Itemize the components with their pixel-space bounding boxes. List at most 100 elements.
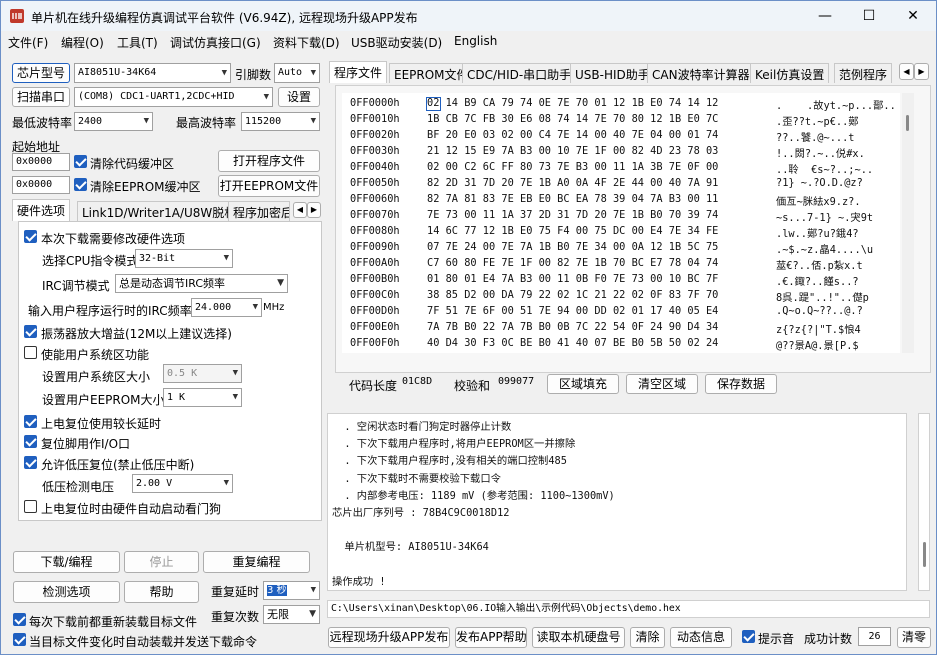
irc-mode-label: IRC调节模式 [42, 279, 110, 293]
tab-example-programs[interactable]: 范例程序 [834, 63, 893, 83]
area-fill-button[interactable]: 区域填充 [547, 374, 619, 394]
download-program-button[interactable]: 下载/编程 [13, 551, 120, 573]
clear-log-button[interactable]: 清除 [630, 627, 665, 648]
hex-address: 0FF0040h [350, 161, 400, 173]
hex-ascii: ~s...7-1} ~.宊9t [776, 212, 874, 224]
maximize-button[interactable]: ☐ [847, 1, 891, 31]
menu-debug-interface[interactable]: 调试仿真接口(G) [170, 34, 261, 51]
beep-checkbox[interactable] [742, 630, 755, 643]
auto-reload-label: 当目标文件变化时自动装载并发送下载命令 [29, 635, 258, 649]
system-area-size-select[interactable]: 0.5 K ▼ [163, 364, 242, 383]
hex-bytes: 14 6C 77 12 1B E0 75 F4 00 75 DC 00 E4 7… [427, 225, 719, 237]
code-start-address-input[interactable]: 0x0000 [12, 153, 70, 171]
max-baud-select[interactable]: 115200 ▼ [241, 112, 320, 131]
eeprom-size-label: 设置用户EEPROM大小 [42, 393, 165, 407]
hex-ascii: ?1} ~.?O.D.@z? [776, 177, 863, 189]
tab-program-file[interactable]: 程序文件 [329, 61, 388, 83]
cpu-mode-value: 32-Bit [139, 253, 176, 264]
pin-count-select[interactable]: Auto ▼ [274, 63, 320, 83]
scan-port-button[interactable]: 扫描串口 [12, 87, 70, 107]
scrollbar-thumb[interactable] [923, 542, 926, 567]
enable-system-area-checkbox[interactable] [24, 346, 37, 359]
tab-scroll-right-icon[interactable]: ▶ [914, 63, 929, 80]
menu-tools[interactable]: 工具(T) [117, 34, 158, 51]
tab-scroll-left-icon[interactable]: ◀ [293, 202, 307, 218]
chip-type-button[interactable]: 芯片型号 [12, 63, 70, 83]
hex-vertical-scrollbar[interactable] [902, 93, 914, 353]
open-eeprom-file-button[interactable]: 打开EEPROM文件 [218, 175, 320, 197]
low-voltage-reset-checkbox[interactable] [24, 456, 37, 469]
clear-code-buffer-checkbox[interactable] [74, 155, 87, 168]
menu-english[interactable]: English [454, 34, 497, 48]
cpu-mode-select[interactable]: 32-Bit ▼ [135, 249, 233, 268]
scrollbar-thumb[interactable] [906, 115, 909, 131]
irc-mode-select[interactable]: 总是动态调节IRC频率 ▼ [115, 274, 288, 293]
hex-view[interactable]: 0FF0000h 02 14 B9 CA 79 74 0E 7E 70 01 12… [342, 93, 900, 353]
output-log[interactable]: . 空闲状态时看门狗定时器停止计数 . 下次下载用户程序时,将用户EEPROM区… [327, 413, 907, 591]
repeat-count-select[interactable]: 无限 ▼ [263, 605, 320, 624]
settings-button[interactable]: 设置 [278, 87, 320, 107]
save-data-button[interactable]: 保存数据 [705, 374, 777, 394]
port-select[interactable]: (COM8) CDC1-UART1,2CDC+HID ▼ [74, 87, 273, 107]
hex-ascii: 偭亙~脒紶x9.z?. [776, 196, 861, 208]
modify-hw-options-checkbox[interactable] [24, 230, 37, 243]
eeprom-start-address-input[interactable]: 0x0000 [12, 176, 70, 194]
repeat-delay-select[interactable]: 3 秒 ▼ [263, 581, 320, 600]
clear-area-button[interactable]: 清空区域 [626, 374, 698, 394]
menu-file[interactable]: 文件(F) [8, 34, 48, 51]
auto-reload-checkbox[interactable] [13, 633, 26, 646]
clear-eeprom-buffer-label: 清除EEPROM缓冲区 [90, 180, 201, 194]
chip-model-select[interactable]: AI8051U-34K64 ▼ [74, 63, 231, 83]
tab-offline-writer[interactable]: Link1D/Writer1A/U8W脱机 [77, 201, 242, 221]
help-button[interactable]: 帮助 [124, 581, 199, 603]
system-area-size-value: 0.5 K [167, 368, 198, 379]
eeprom-size-select[interactable]: 1 K ▼ [163, 388, 242, 407]
hex-address: 0FF0050h [350, 177, 400, 189]
close-button[interactable]: ✕ [891, 1, 935, 31]
clear-eeprom-buffer-checkbox[interactable] [74, 178, 87, 191]
hex-ascii: . .故yt.~p...鄑.. [776, 100, 896, 112]
tab-scroll-right-icon[interactable]: ▶ [307, 202, 321, 218]
reset-pin-io-checkbox[interactable] [24, 435, 37, 448]
log-vertical-scrollbar[interactable] [918, 413, 930, 591]
tab-keil-sim-settings[interactable]: Keil仿真设置 [750, 63, 830, 83]
menu-usb-driver[interactable]: USB驱动安装(D) [351, 34, 442, 51]
tab-scroll-left-icon[interactable]: ◀ [899, 63, 914, 80]
check-options-button[interactable]: 检测选项 [13, 581, 120, 603]
tab-can-baud-calculator[interactable]: CAN波特率计算器 [647, 63, 755, 83]
low-voltage-reset-label: 允许低压复位(禁止低压中断) [41, 458, 195, 472]
menu-download-docs[interactable]: 资料下载(D) [273, 34, 340, 51]
hw-watchdog-checkbox[interactable] [24, 500, 37, 513]
reset-pin-io-label: 复位脚用作I/O口 [41, 437, 131, 451]
enable-system-area-label: 使能用户系统区功能 [41, 348, 150, 362]
stop-button[interactable]: 停止 [124, 551, 199, 573]
tab-cdc-serial-assistant[interactable]: CDC/HID-串口助手 [462, 63, 577, 83]
log-line: 芯片出厂序列号 : 78B4C9C0018D12 [332, 507, 510, 519]
read-disk-id-button[interactable]: 读取本机硬盘号 [532, 627, 625, 648]
tab-hardware-options[interactable]: 硬件选项 [12, 199, 71, 221]
minimize-button[interactable]: — [803, 1, 847, 31]
target-file-path[interactable]: C:\Users\xinan\Desktop\06.IO输入输出\示例代码\Ob… [327, 600, 930, 618]
irc-frequency-input[interactable]: 24.000 ▼ [191, 298, 262, 317]
publish-app-button[interactable]: 远程现场升级APP发布 [328, 627, 450, 648]
beep-label: 提示音 [758, 632, 795, 646]
repeat-count-label: 重复次数 [211, 610, 260, 624]
hex-address: 0FF0030h [350, 145, 400, 157]
port-value: (COM8) CDC1-UART1,2CDC+HID [78, 91, 235, 102]
publish-help-button[interactable]: 发布APP帮助 [455, 627, 527, 648]
reset-count-button[interactable]: 清零 [897, 627, 931, 648]
menu-program[interactable]: 编程(O) [61, 34, 104, 51]
repeat-program-button[interactable]: 重复编程 [203, 551, 310, 573]
min-baud-select[interactable]: 2400 ▼ [74, 112, 153, 131]
lvd-voltage-select[interactable]: 2.00 V ▼ [132, 474, 233, 493]
reload-before-download-checkbox[interactable] [13, 613, 26, 626]
open-program-file-button[interactable]: 打开程序文件 [218, 150, 320, 172]
tab-eeprom-file[interactable]: EEPROM文件 [389, 63, 474, 83]
hex-address: 0FF0020h [350, 129, 400, 141]
osc-gain-checkbox[interactable] [24, 325, 37, 338]
tab-program-encryption[interactable]: 程序加密后 [228, 201, 290, 221]
hex-address: 0FF0070h [350, 209, 400, 221]
tab-usb-hid-assistant[interactable]: USB-HID助手 [570, 63, 655, 83]
power-on-delay-checkbox[interactable] [24, 415, 37, 428]
dynamic-info-button[interactable]: 动态信息 [670, 627, 732, 648]
